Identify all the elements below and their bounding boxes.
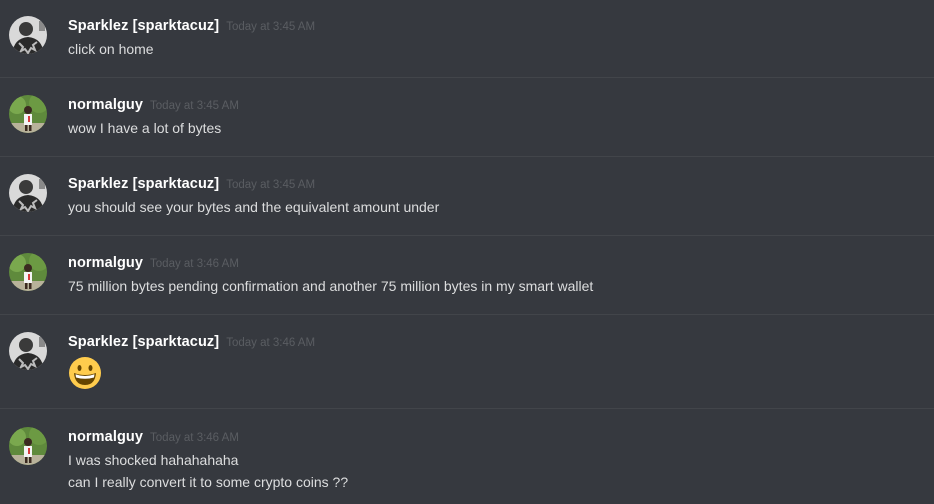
grinning-face-icon <box>68 356 102 390</box>
avatar-normalguy-icon[interactable] <box>9 427 47 465</box>
message-author[interactable]: Sparklez [sparktacuz] <box>68 334 219 350</box>
avatar-sparklez-icon[interactable] <box>9 174 47 212</box>
message-timestamp: Today at 3:45 AM <box>226 179 316 191</box>
message-author[interactable]: normalguy <box>68 429 143 445</box>
message-timestamp: Today at 3:45 AM <box>150 100 239 112</box>
message-divider <box>0 156 934 157</box>
message-text: 75 million bytes pending confirmation an… <box>68 278 594 294</box>
message-divider <box>0 235 934 236</box>
message-author[interactable]: normalguy <box>68 97 143 113</box>
avatar-normalguy-icon[interactable] <box>9 253 47 291</box>
message-author[interactable]: normalguy <box>68 255 143 271</box>
message-text: you should see your bytes and the equiva… <box>68 199 440 215</box>
message-timestamp: Today at 3:46 AM <box>150 432 239 444</box>
avatar-normalguy-icon[interactable] <box>9 95 47 133</box>
message-text: I was shocked hahahahaha <box>68 452 239 468</box>
message-divider <box>0 77 934 78</box>
message-author[interactable]: Sparklez [sparktacuz] <box>68 176 219 192</box>
message-text: click on home <box>68 41 154 57</box>
message-divider <box>0 408 934 409</box>
message-timestamp: Today at 3:45 AM <box>226 21 316 33</box>
message-timestamp: Today at 3:46 AM <box>150 258 239 270</box>
avatar-sparklez-icon[interactable] <box>9 16 47 54</box>
message-text: wow I have a lot of bytes <box>68 120 222 136</box>
message-text: can I really convert it to some crypto c… <box>68 474 349 490</box>
message-divider <box>0 314 934 315</box>
avatar-sparklez-icon[interactable] <box>9 332 47 370</box>
message-author[interactable]: Sparklez [sparktacuz] <box>68 18 219 34</box>
message-timestamp: Today at 3:46 AM <box>226 337 316 349</box>
